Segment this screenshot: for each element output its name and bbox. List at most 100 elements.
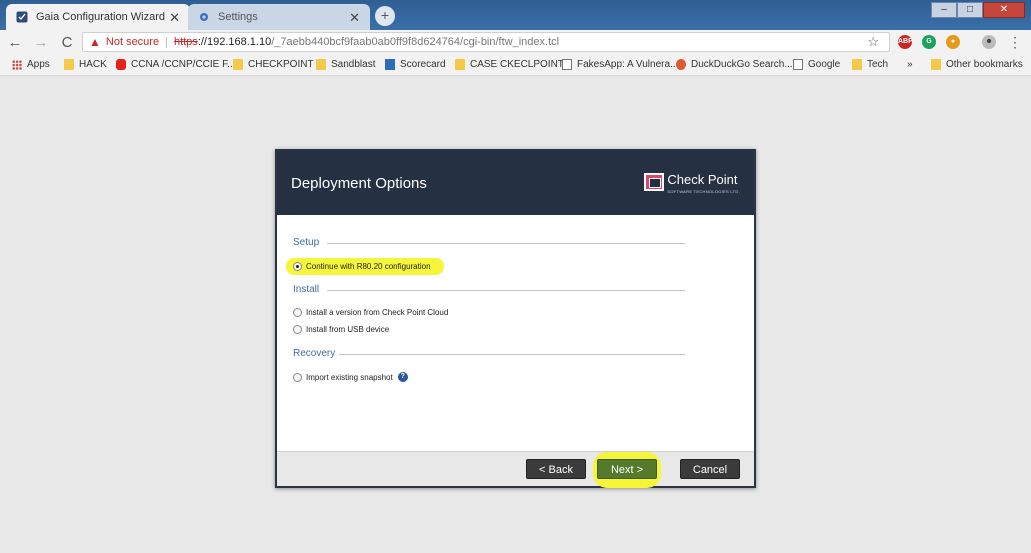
scorecard-icon: [385, 59, 395, 70]
youtube-icon: [116, 59, 126, 70]
logo-text: Check Point: [667, 172, 738, 187]
deployment-options-dialog: Deployment Options Check Point SOFTWARE …: [275, 149, 756, 488]
close-tab-icon[interactable]: ✕: [349, 10, 360, 26]
bookmark-ccna[interactable]: CCNA /CCNP/CCIE F...: [116, 59, 235, 70]
section-title-install: Install: [293, 284, 320, 295]
bookmark-duckduckgo[interactable]: DuckDuckGo Search...: [676, 59, 793, 70]
new-tab-button[interactable]: +: [375, 6, 395, 26]
url-input[interactable]: ▲ Not secure | https ://192.168.1.10 /_7…: [82, 32, 890, 52]
page-icon: [793, 59, 803, 70]
help-icon[interactable]: ?: [397, 372, 408, 382]
cancel-button[interactable]: Cancel: [680, 459, 740, 479]
check-point-logo: Check Point SOFTWARE TECHNOLOGIES LTD.: [644, 171, 740, 194]
folder-icon: [455, 59, 465, 70]
bookmark-fakesapp[interactable]: FakesApp: A Vulnera...: [562, 59, 678, 70]
close-tab-icon[interactable]: ✕: [169, 10, 180, 26]
overflow-label: »: [907, 59, 913, 70]
folder-icon: [233, 59, 243, 70]
page-icon: [562, 59, 572, 70]
option-label: Import existing snapshot: [306, 372, 393, 382]
option-install-from-usb[interactable]: Install from USB device: [293, 325, 389, 334]
extension-icon[interactable]: ●: [946, 35, 960, 49]
bookmark-scorecard[interactable]: Scorecard: [385, 59, 446, 70]
section-title-recovery: Recovery: [293, 348, 336, 359]
bookmark-hack[interactable]: HACK: [64, 59, 107, 70]
forward-arrow-icon[interactable]: →: [30, 34, 52, 51]
section-divider: [327, 243, 685, 244]
bookmark-apps[interactable]: Apps: [12, 59, 50, 70]
window-controls: – □ ✕: [931, 2, 1025, 18]
bookmark-label: HACK: [79, 59, 107, 70]
dialog-body: Setup Continue with R80.20 configuration…: [277, 215, 754, 451]
back-button[interactable]: < Back: [526, 459, 586, 479]
bookmark-label: Google: [808, 59, 841, 70]
bookmark-label: Other bookmarks: [946, 59, 1023, 70]
address-bar-row: ← → C ▲ Not secure | https ://192.168.1.…: [0, 30, 1031, 54]
bookmark-label: CASE CKECLPOINT: [470, 59, 564, 70]
bookmark-label: DuckDuckGo Search...: [691, 59, 793, 70]
url-host: ://192.168.1.10: [197, 36, 272, 48]
radio-button[interactable]: [293, 308, 302, 317]
bookmark-label: FakesApp: A Vulnera...: [577, 59, 679, 70]
duckduckgo-icon: [676, 59, 686, 70]
bookmark-google[interactable]: Google: [793, 59, 840, 70]
url-scheme: https: [173, 36, 198, 48]
reload-icon[interactable]: C: [56, 34, 78, 51]
bookmark-case-ckeclpoint[interactable]: CASE CKECLPOINT: [455, 59, 564, 70]
gear-icon: [198, 11, 210, 23]
folder-icon: [931, 59, 941, 70]
grammarly-extension-icon[interactable]: G: [922, 35, 936, 49]
tab-settings[interactable]: Settings ✕: [188, 4, 370, 30]
bookmark-tech[interactable]: Tech: [852, 59, 888, 70]
radio-button[interactable]: [293, 372, 302, 382]
bookmark-label: Apps: [27, 59, 50, 70]
option-label: Install a version from Check Point Cloud: [306, 308, 449, 317]
option-continue-configuration[interactable]: Continue with R80.20 configuration: [293, 262, 431, 271]
maximize-button[interactable]: □: [957, 2, 983, 18]
adblock-extension-icon[interactable]: ABP: [898, 35, 913, 49]
minimize-button[interactable]: –: [931, 2, 957, 18]
option-label: Continue with R80.20 configuration: [306, 262, 431, 271]
profile-avatar[interactable]: ☻: [982, 35, 996, 49]
browser-titlebar: Gaia Configuration Wizard ✕ Settings ✕ +…: [0, 0, 1031, 30]
apps-grid-icon: [12, 59, 22, 70]
tab-gaia-configuration-wizard[interactable]: Gaia Configuration Wizard ✕: [6, 4, 190, 30]
bookmark-label: CHECKPOINT: [248, 59, 314, 70]
close-window-button[interactable]: ✕: [983, 2, 1025, 18]
bookmark-label: Sandblast: [331, 59, 376, 70]
radio-button[interactable]: [293, 262, 302, 271]
dialog-footer: < Back Next > Cancel: [277, 451, 754, 488]
next-button[interactable]: Next >: [597, 459, 657, 479]
dialog-header: Deployment Options Check Point SOFTWARE …: [277, 151, 754, 215]
back-arrow-icon[interactable]: ←: [4, 34, 26, 51]
check-point-logo-icon: [644, 173, 665, 191]
bookmark-label: CCNA /CCNP/CCIE F...: [131, 59, 236, 70]
folder-icon: [64, 59, 74, 70]
not-secure-label[interactable]: Not secure: [106, 36, 159, 48]
tab-label: Settings: [218, 11, 258, 23]
bookmark-sandblast[interactable]: Sandblast: [316, 59, 375, 70]
section-divider: [327, 290, 685, 291]
radio-button[interactable]: [293, 325, 302, 334]
browser-menu-icon[interactable]: ⋮: [1008, 34, 1022, 51]
option-label: Install from USB device: [306, 325, 390, 334]
bookmark-label: Scorecard: [400, 59, 446, 70]
page-favicon-icon: [16, 11, 28, 23]
logo-subtext: SOFTWARE TECHNOLOGIES LTD.: [667, 189, 740, 194]
option-install-from-cloud[interactable]: Install a version from Check Point Cloud: [293, 308, 448, 317]
folder-icon: [316, 59, 326, 70]
option-import-snapshot[interactable]: Import existing snapshot ?: [293, 372, 408, 382]
bookmark-checkpoint[interactable]: CHECKPOINT: [233, 59, 314, 70]
folder-icon: [852, 59, 862, 70]
bookmark-other-bookmarks[interactable]: Other bookmarks: [931, 59, 1023, 70]
bookmark-star-icon[interactable]: ☆: [867, 34, 879, 50]
url-path: /_7aebb440bcf9faab0ab0ff9f8d624764/cgi-b…: [271, 36, 560, 48]
section-divider: [339, 354, 685, 355]
tab-label: Gaia Configuration Wizard: [36, 11, 166, 23]
dialog-title: Deployment Options: [291, 175, 427, 192]
section-title-setup: Setup: [293, 237, 320, 248]
separator: |: [165, 36, 168, 48]
warning-icon: ▲: [89, 35, 101, 49]
bookmarks-overflow-chevron[interactable]: »: [907, 59, 913, 70]
bookmark-label: Tech: [867, 59, 889, 70]
